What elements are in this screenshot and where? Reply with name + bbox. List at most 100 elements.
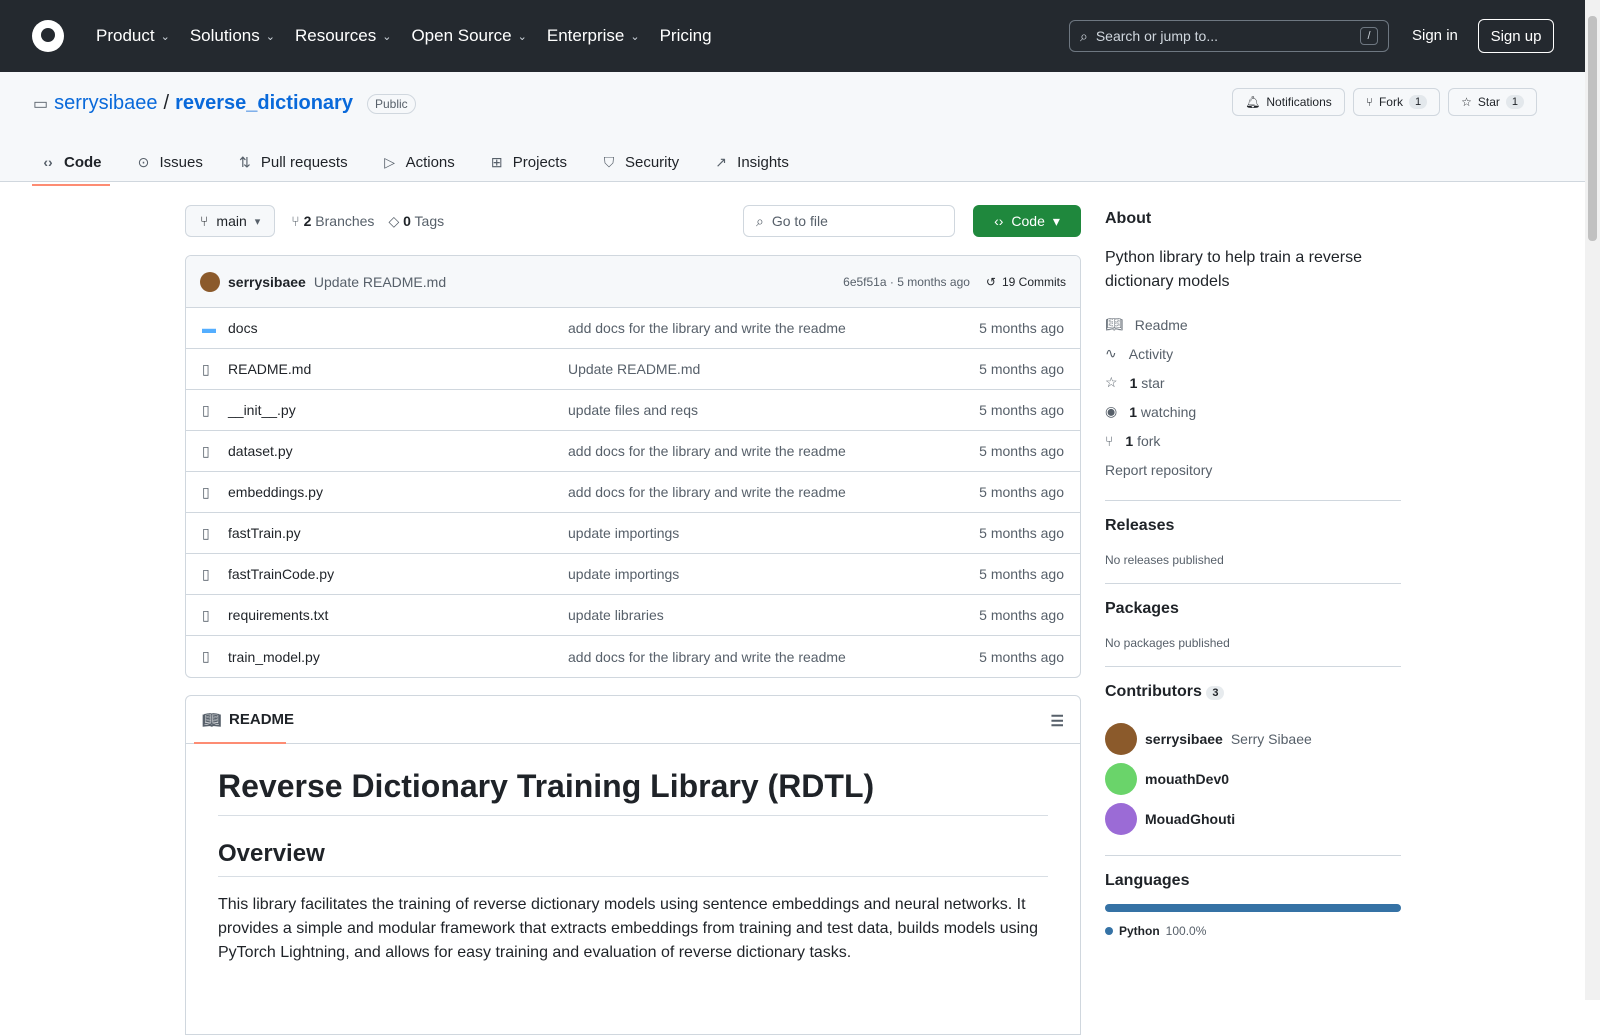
- table-row[interactable]: ▯ __init__.py update files and reqs 5 month…: [186, 390, 1080, 431]
- bell-icon: 🔔︎: [1245, 95, 1261, 109]
- nav-enterprise[interactable]: Enterprise ⌄: [537, 26, 650, 46]
- contributors-label: Contributors: [1105, 683, 1202, 700]
- nav-label: Solutions: [189, 26, 260, 45]
- star-icon: ☆: [1461, 95, 1472, 109]
- fork-icon: ⑂: [1365, 95, 1373, 109]
- file-name-link[interactable]: embeddings.py: [228, 484, 568, 500]
- file-name-link[interactable]: train_model.py: [228, 649, 568, 665]
- language-percent: 100.0%: [1165, 924, 1207, 938]
- contributor-item[interactable]: serrysibaee Serry Sibaee: [1105, 719, 1401, 759]
- file-commit-message[interactable]: update files and reqs: [568, 402, 979, 418]
- about-description: Python library to help train a reverse d…: [1105, 249, 1363, 290]
- file-icon: ▯: [202, 648, 210, 664]
- report-repository-link[interactable]: Report repository: [1105, 455, 1401, 484]
- tab-security[interactable]: ⛉ Security: [593, 144, 687, 180]
- visibility-badge: Public: [366, 93, 416, 114]
- commit-message[interactable]: Update README.md: [314, 274, 446, 290]
- forks-link[interactable]: ⑂ 1 fork: [1105, 426, 1401, 455]
- contributor-item[interactable]: MouadGhouti: [1105, 799, 1401, 839]
- tags-link[interactable]: ◇ 0 Tags: [388, 213, 444, 230]
- branch-selector[interactable]: ⑂ main ▾: [185, 205, 276, 237]
- language-item[interactable]: Python 100.0%: [1105, 924, 1401, 938]
- table-row[interactable]: ▬ docs add docs for the library and write …: [186, 308, 1080, 349]
- file-commit-message[interactable]: Update README.md: [568, 361, 979, 377]
- chevron-down-icon: ⌄: [382, 30, 392, 43]
- global-search-input[interactable]: ⌕ Search or jump to... /: [1069, 20, 1389, 52]
- file-commit-message[interactable]: add docs for the library and write the r…: [568, 443, 979, 459]
- contributor-name: Serry Sibaee: [1230, 731, 1312, 747]
- repo-name-link[interactable]: reverse_dictionary: [175, 92, 353, 115]
- readme-panel: 📖︎ README ☰ Reverse Dictionary Training …: [185, 695, 1081, 1035]
- readme-heading-overview: Overview: [218, 840, 1048, 877]
- readme-link[interactable]: 📖︎ Readme: [1105, 310, 1401, 339]
- file-name-link[interactable]: __init__.py: [228, 402, 568, 418]
- repo-owner-link[interactable]: serrysibaee: [54, 92, 157, 115]
- global-nav: Product ⌄ Solutions ⌄ Resources ⌄ Open Sour…: [86, 26, 722, 46]
- nav-product[interactable]: Product ⌄: [86, 26, 180, 46]
- table-row[interactable]: ▯ requirements.txt update libraries 5 month…: [186, 595, 1080, 636]
- tab-insights[interactable]: ↗ Insights: [705, 144, 797, 180]
- readme-tab[interactable]: 📖︎ README ☰: [186, 696, 1080, 744]
- table-row[interactable]: ▯ fastTrain.py update importings 5 months a…: [186, 513, 1080, 554]
- stars-link[interactable]: ☆ 1 star: [1105, 368, 1401, 397]
- releases-note: No releases published: [1105, 553, 1224, 567]
- contributors-title[interactable]: Contributors 3: [1105, 683, 1401, 701]
- list-icon[interactable]: ☰: [1051, 712, 1064, 730]
- commit-sha-time[interactable]: 6e5f51a · 5 months ago: [843, 275, 970, 289]
- nav-label: Open Source: [411, 26, 512, 45]
- packages-note: No packages published: [1105, 636, 1230, 650]
- tab-label: Projects: [512, 153, 567, 171]
- star-button[interactable]: ☆ Star 1: [1448, 88, 1537, 116]
- branches-link[interactable]: ⑂ 2 Branches: [291, 213, 374, 230]
- notifications-button[interactable]: 🔔︎ Notifications: [1232, 88, 1345, 116]
- tab-projects[interactable]: ⊞ Projects: [481, 144, 575, 180]
- repo-tabs: ‹› Code ⊙ Issues ⇅ Pull requests ▷ Actions ⊞…: [32, 144, 797, 186]
- commits-link[interactable]: ↺ 19 Commits: [986, 275, 1066, 289]
- activity-link[interactable]: ∿ Activity: [1105, 339, 1401, 368]
- file-commit-message[interactable]: add docs for the library and write the r…: [568, 649, 979, 665]
- code-dropdown-button[interactable]: ‹› Code ▾: [973, 205, 1081, 237]
- watchers-link[interactable]: ◉ 1 watching: [1105, 397, 1401, 426]
- file-commit-message[interactable]: update importings: [568, 525, 979, 541]
- nav-pricing[interactable]: Pricing: [650, 26, 722, 46]
- avatar[interactable]: [200, 271, 220, 292]
- commit-author[interactable]: serrysibaee: [228, 274, 306, 290]
- releases-title[interactable]: Releases: [1105, 517, 1401, 535]
- go-to-file-input[interactable]: ⌕ Go to file: [743, 205, 955, 237]
- nav-open-source[interactable]: Open Source ⌄: [401, 26, 536, 46]
- file-commit-message[interactable]: add docs for the library and write the r…: [568, 484, 979, 500]
- table-row[interactable]: ▯ train_model.py add docs for the library …: [186, 636, 1080, 677]
- file-commit-message[interactable]: update importings: [568, 566, 979, 582]
- sign-up-button[interactable]: Sign up: [1478, 19, 1554, 53]
- page-scrollbar[interactable]: [1585, 0, 1600, 1000]
- table-row[interactable]: ▯ embeddings.py add docs for the library a…: [186, 472, 1080, 513]
- table-row[interactable]: ▯ README.md Update README.md 5 months ago: [186, 349, 1080, 390]
- contributor-item[interactable]: mouathDev0: [1105, 759, 1401, 799]
- sign-in-link[interactable]: Sign in: [1412, 27, 1458, 44]
- file-name-link[interactable]: README.md: [228, 361, 568, 377]
- nav-resources[interactable]: Resources ⌄: [285, 26, 401, 46]
- file-name-link[interactable]: dataset.py: [228, 443, 568, 459]
- file-name-link[interactable]: docs: [228, 320, 568, 336]
- scrollbar-thumb[interactable]: [1588, 16, 1597, 241]
- file-icon: ▯: [202, 401, 210, 418]
- nav-solutions[interactable]: Solutions ⌄: [180, 26, 285, 46]
- file-name-link[interactable]: requirements.txt: [228, 607, 568, 623]
- file-name-link[interactable]: fastTrainCode.py: [228, 566, 568, 582]
- file-commit-message[interactable]: update libraries: [568, 607, 979, 623]
- tab-actions[interactable]: ▷ Actions: [374, 144, 463, 180]
- packages-title[interactable]: Packages: [1105, 600, 1401, 618]
- table-row[interactable]: ▯ dataset.py add docs for the library and …: [186, 431, 1080, 472]
- fork-button[interactable]: ⑂ Fork 1: [1352, 88, 1441, 116]
- file-commit-message[interactable]: add docs for the library and write the r…: [568, 320, 979, 336]
- table-row[interactable]: ▯ fastTrainCode.py update importings 5 mont…: [186, 554, 1080, 595]
- tab-issues[interactable]: ⊙ Issues: [128, 144, 211, 180]
- code-icon: ‹›: [994, 213, 1004, 229]
- watching-count: 1: [1129, 403, 1138, 420]
- tab-pull-requests[interactable]: ⇅ Pull requests: [229, 144, 356, 180]
- tab-code[interactable]: ‹› Code: [32, 144, 110, 186]
- github-logo-icon[interactable]: [32, 20, 64, 52]
- tags-label: Tags: [414, 212, 445, 229]
- folder-icon: ▬: [202, 320, 216, 336]
- file-name-link[interactable]: fastTrain.py: [228, 525, 568, 541]
